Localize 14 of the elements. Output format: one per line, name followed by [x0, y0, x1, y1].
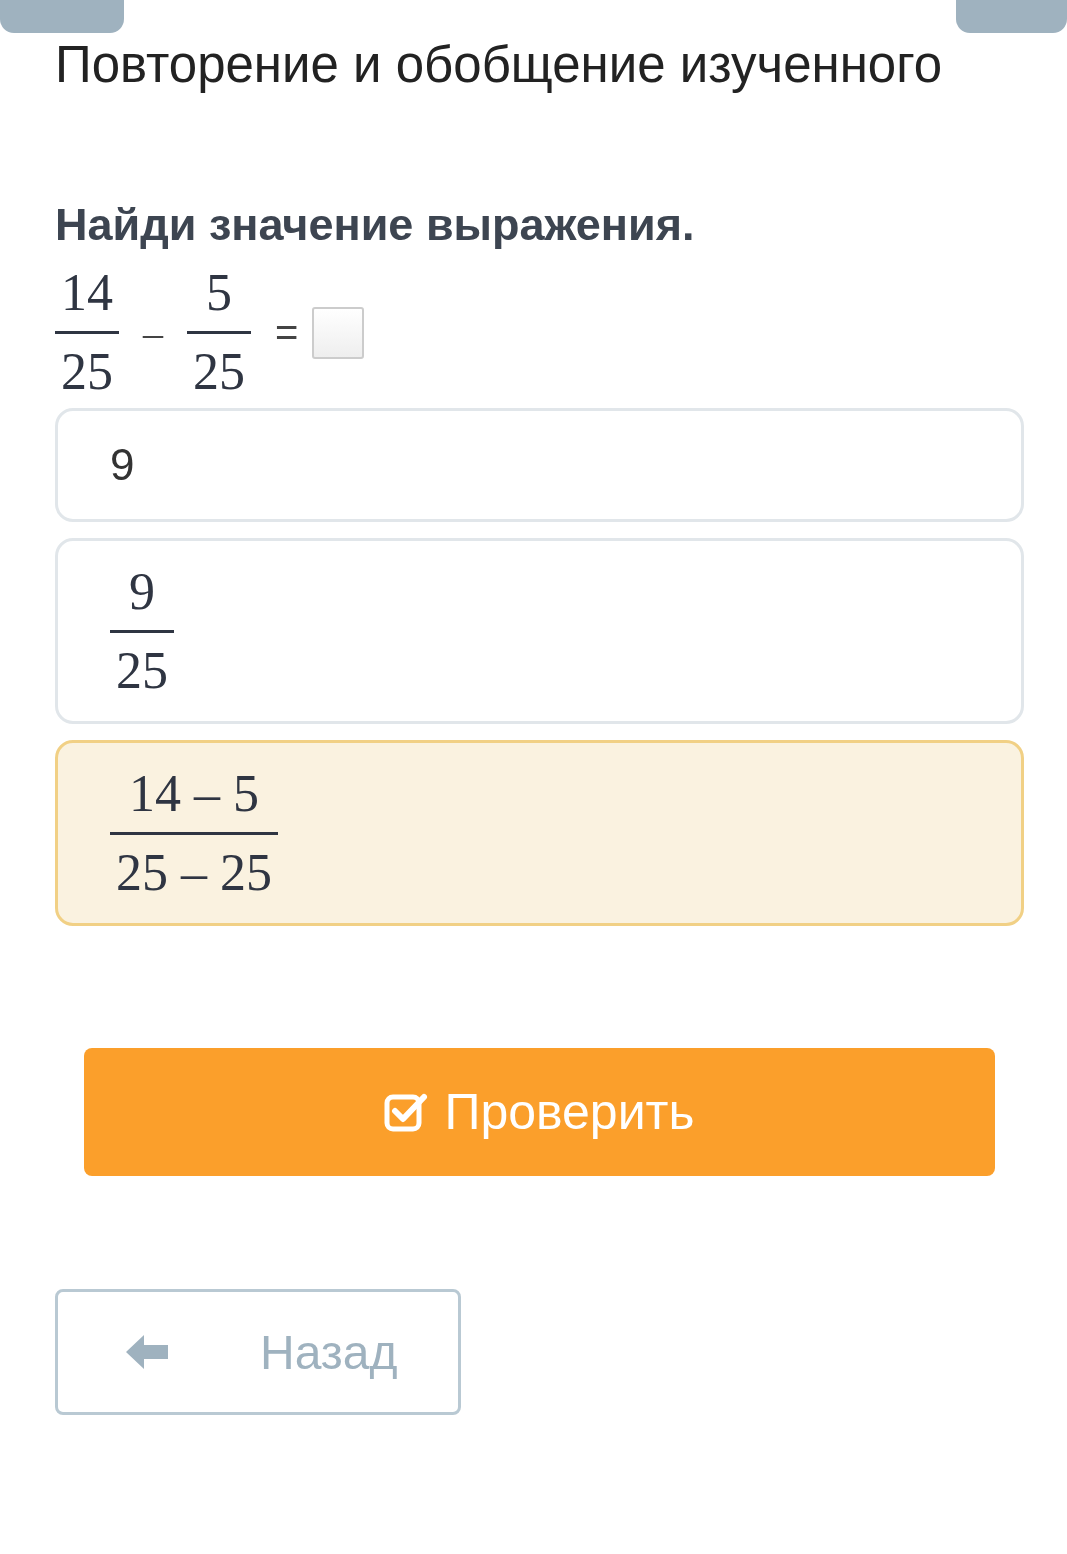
answer-option[interactable]: 9	[55, 408, 1024, 522]
top-tab[interactable]	[0, 0, 124, 33]
question-text: Найди значение выражения.	[55, 199, 696, 251]
answer-option[interactable]: 9 25	[55, 538, 1024, 724]
equals-sign: =	[275, 310, 299, 355]
checkbox-icon	[384, 1092, 429, 1132]
lesson-title: Повторение и обобщение изученного	[55, 37, 944, 93]
minus-sign: –	[143, 309, 163, 356]
arrow-left-icon	[124, 1333, 170, 1371]
top-tab[interactable]	[956, 0, 1067, 33]
answer-box[interactable]	[312, 306, 365, 359]
fraction: 5 25	[187, 263, 251, 402]
answer-option[interactable]: 14 – 5 25 – 25	[55, 740, 1024, 926]
fraction: 14 25	[55, 263, 119, 402]
